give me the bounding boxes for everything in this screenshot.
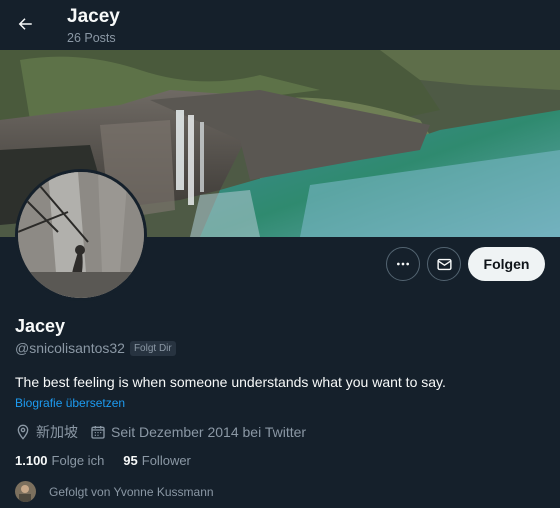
- followers-label: Follower: [141, 453, 191, 468]
- back-button[interactable]: [9, 8, 41, 40]
- bio-text: The best feeling is when someone underst…: [15, 374, 446, 390]
- avatar-image: [18, 172, 144, 298]
- followers-link[interactable]: 95 Follower: [123, 453, 191, 468]
- user-handle: @snicolisantos32: [15, 340, 125, 356]
- followers-count: 95: [123, 453, 138, 468]
- profile-header: Jacey 26 Posts: [0, 0, 560, 50]
- more-button[interactable]: [386, 247, 420, 281]
- follow-stats: 1.100 Folge ich 95 Follower: [15, 453, 210, 468]
- arrow-left-icon: [18, 18, 32, 30]
- follower-avatar: [15, 481, 36, 502]
- location-pin-icon: [17, 424, 29, 440]
- display-name: Jacey: [15, 316, 66, 336]
- following-link[interactable]: 1.100 Folge ich: [15, 453, 104, 468]
- following-label: Folge ich: [51, 453, 105, 468]
- header-title: Jacey: [67, 6, 120, 27]
- avatar[interactable]: [15, 169, 147, 301]
- more-horizontal-icon: [397, 262, 409, 266]
- joined-text: Seit Dezember 2014 bei Twitter: [111, 424, 307, 440]
- following-count: 1.100: [15, 453, 48, 468]
- calendar-icon: [91, 426, 105, 439]
- followed-by-link[interactable]: Gefolgt von Yvonne Kussmann: [15, 481, 214, 502]
- handle-row: @snicolisantos32 Folgt Dir: [15, 340, 176, 356]
- follow-button[interactable]: Folgen: [468, 247, 545, 281]
- profile-meta: 新加坡 Seit Dezember 2014 bei Twitter: [15, 422, 318, 442]
- location-item: 新加坡: [15, 422, 78, 442]
- message-button[interactable]: [427, 247, 461, 281]
- envelope-icon: [436, 258, 452, 270]
- follows-you-badge: Folgt Dir: [129, 340, 176, 356]
- posts-count: 26 Posts: [67, 31, 116, 45]
- joined-item: Seit Dezember 2014 bei Twitter: [90, 424, 306, 440]
- translate-bio-link[interactable]: Biografie übersetzen: [15, 396, 125, 410]
- location-text: 新加坡: [36, 424, 78, 440]
- followed-by-text: Gefolgt von Yvonne Kussmann: [49, 484, 214, 499]
